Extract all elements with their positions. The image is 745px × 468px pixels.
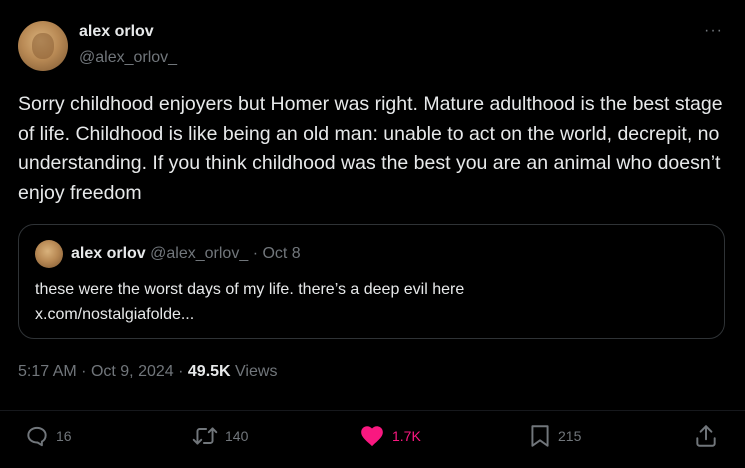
bookmark-count: 215 (558, 428, 582, 444)
like-button[interactable]: 1.7K (358, 422, 421, 450)
more-options-icon[interactable]: ··· (704, 22, 723, 40)
tweet-time[interactable]: 5:17 AM (18, 363, 77, 380)
repost-count: 140 (225, 428, 249, 444)
meta-separator: · (81, 363, 87, 380)
quoted-header: alex orlov @alex_orlov_ · Oct 8 (71, 245, 301, 263)
reply-button[interactable]: 16 (24, 422, 72, 450)
like-count: 1.7K (392, 428, 421, 444)
quoted-tweet[interactable]: alex orlov @alex_orlov_ · Oct 8 these we… (18, 224, 725, 339)
bookmark-icon (531, 425, 549, 447)
tweet-date[interactable]: Oct 9, 2024 (91, 363, 174, 380)
quoted-text: these were the worst days of my life. th… (35, 277, 705, 327)
quoted-author-name: alex orlov (71, 245, 146, 262)
share-icon (696, 425, 716, 447)
quoted-date: Oct 8 (262, 245, 301, 262)
divider (0, 410, 745, 411)
share-button[interactable] (693, 422, 719, 450)
meta-separator: · (178, 363, 184, 380)
views-count: 49.5K (187, 363, 231, 380)
quoted-author-avatar (35, 240, 63, 268)
quoted-separator: · (252, 245, 259, 262)
repost-button[interactable]: 140 (191, 422, 248, 450)
quoted-text-line: these were the worst days of my life. th… (35, 281, 465, 298)
reply-count: 16 (56, 428, 72, 444)
bookmark-button[interactable]: 215 (528, 422, 581, 450)
tweet-text: Sorry childhood enjoyers but Homer was r… (18, 93, 723, 204)
reply-icon (27, 426, 47, 447)
author-handle[interactable]: @alex_orlov_ (79, 49, 177, 67)
repost-icon (192, 427, 218, 445)
author-avatar[interactable] (18, 21, 68, 71)
quoted-author-handle: @alex_orlov_ (150, 245, 249, 262)
tweet-meta: 5:17 AM · Oct 9, 2024 · 49.5K Views (18, 363, 277, 381)
quoted-link[interactable]: x.com/nostalgiafolde... (35, 302, 705, 327)
views-label: Views (235, 363, 278, 380)
heart-icon (361, 426, 383, 447)
author-name[interactable]: alex orlov (79, 23, 154, 41)
